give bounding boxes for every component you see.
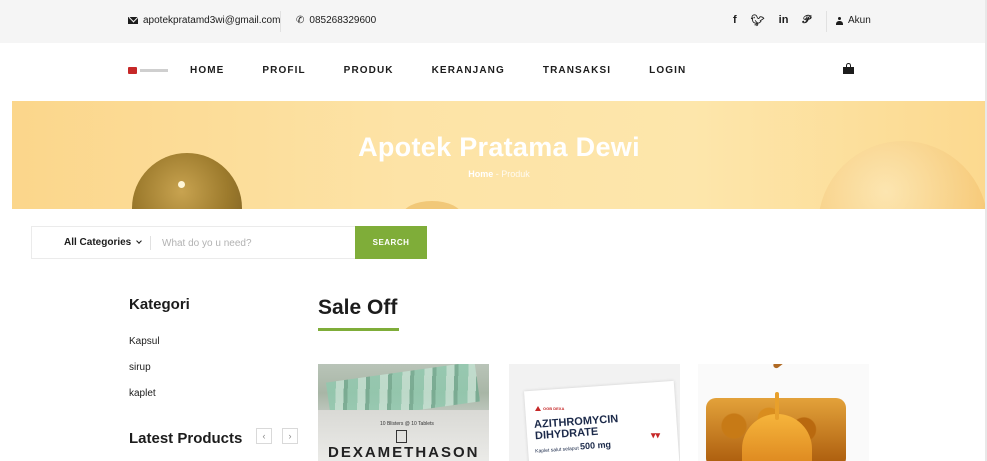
account-link[interactable]: Akun	[836, 15, 871, 26]
site-logo[interactable]	[128, 67, 168, 74]
all-categories-dropdown[interactable]: All Categories	[64, 237, 143, 248]
brand-logo	[396, 430, 407, 443]
warning-marks: ▾▾	[651, 430, 661, 440]
hero-banner: Apotek Pratama Dewi Home - Produk	[12, 101, 986, 209]
pinterest-icon[interactable]: 𝒫	[802, 14, 810, 27]
logo-mark	[128, 67, 137, 74]
product-card-dexamethason[interactable]: 10 Blisters @ 10 Tablets DEXAMETHASON	[318, 364, 489, 461]
logo-wordmark	[140, 69, 168, 72]
main-nav: HOME PROFIL PRODUK KERANJANG TRANSAKSI L…	[190, 65, 724, 76]
search-button[interactable]: SEARCH	[355, 226, 427, 259]
user-icon	[836, 16, 843, 25]
search-input[interactable]	[162, 235, 352, 252]
account-label: Akun	[848, 15, 871, 26]
contact-phone[interactable]: ✆ 085268329600	[296, 15, 376, 26]
box-text: 10 Blisters @ 10 Tablets	[380, 421, 434, 427]
category-item-sirup[interactable]: sirup	[129, 362, 160, 388]
sale-off-heading: Sale Off	[318, 296, 398, 319]
product-name: DEXAMETHASON	[328, 444, 480, 461]
twitter-icon[interactable]: 🐦︎	[751, 14, 765, 27]
category-list: Kapsul sirup kaplet	[129, 336, 160, 414]
search-bar: All Categories	[31, 226, 356, 259]
nav-profil[interactable]: PROFIL	[262, 65, 305, 76]
capsule-highlight	[178, 181, 185, 188]
shopping-bag-icon[interactable]	[843, 63, 854, 74]
category-heading: Kategori	[129, 296, 190, 313]
hero-title: Apotek Pratama Dewi	[358, 132, 640, 162]
phone-text: 085268329600	[309, 15, 377, 26]
product-card-azithromycin[interactable]: OGB DEXA AZITHROMYCIN DIHYDRATE Kaplet s…	[509, 364, 680, 461]
triangle-icon	[535, 406, 541, 411]
honey-dipper	[772, 364, 816, 370]
heading-underline	[318, 328, 399, 331]
latest-products-heading: Latest Products	[129, 430, 243, 447]
divider	[826, 11, 827, 32]
next-arrow-button[interactable]: ›	[282, 428, 298, 444]
category-item-kapsul[interactable]: Kapsul	[129, 336, 160, 362]
brand-text: OGB DEXA	[543, 406, 565, 411]
prev-arrow-button[interactable]: ‹	[256, 428, 272, 444]
divider	[280, 11, 281, 32]
brand-label: OGB DEXA	[535, 406, 564, 411]
capsule-image	[402, 201, 462, 209]
nav-login[interactable]: LOGIN	[649, 65, 686, 76]
contact-email[interactable]: apotekpratamd3wi@gmail.com	[128, 15, 280, 26]
nav-home[interactable]: HOME	[190, 65, 224, 76]
chevron-down-icon	[136, 238, 143, 244]
breadcrumb-home[interactable]: Home	[468, 169, 493, 179]
nav-keranjang[interactable]: KERANJANG	[432, 65, 505, 76]
all-categories-label: All Categories	[64, 237, 132, 248]
bag-body	[843, 67, 854, 74]
nav-transaksi[interactable]: TRANSAKSI	[543, 65, 611, 76]
envelope-icon	[128, 17, 138, 24]
social-links: f 🐦︎ in 𝒫	[733, 14, 810, 27]
divider	[150, 236, 151, 250]
top-bar: apotekpratamd3wi@gmail.com ✆ 08526832960…	[0, 0, 987, 43]
email-text: apotekpratamd3wi@gmail.com	[143, 15, 281, 26]
product-card-honey[interactable]	[698, 364, 869, 461]
page: apotekpratamd3wi@gmail.com ✆ 08526832960…	[0, 0, 987, 461]
breadcrumb: Home - Produk	[12, 169, 986, 179]
nav-produk[interactable]: PRODUK	[344, 65, 394, 76]
breadcrumb-current: - Produk	[495, 169, 530, 179]
category-item-kaplet[interactable]: kaplet	[129, 388, 160, 414]
linkedin-icon[interactable]: in	[779, 14, 789, 27]
facebook-icon[interactable]: f	[733, 14, 737, 27]
honey-drip	[775, 392, 779, 420]
phone-icon: ✆	[296, 15, 305, 26]
